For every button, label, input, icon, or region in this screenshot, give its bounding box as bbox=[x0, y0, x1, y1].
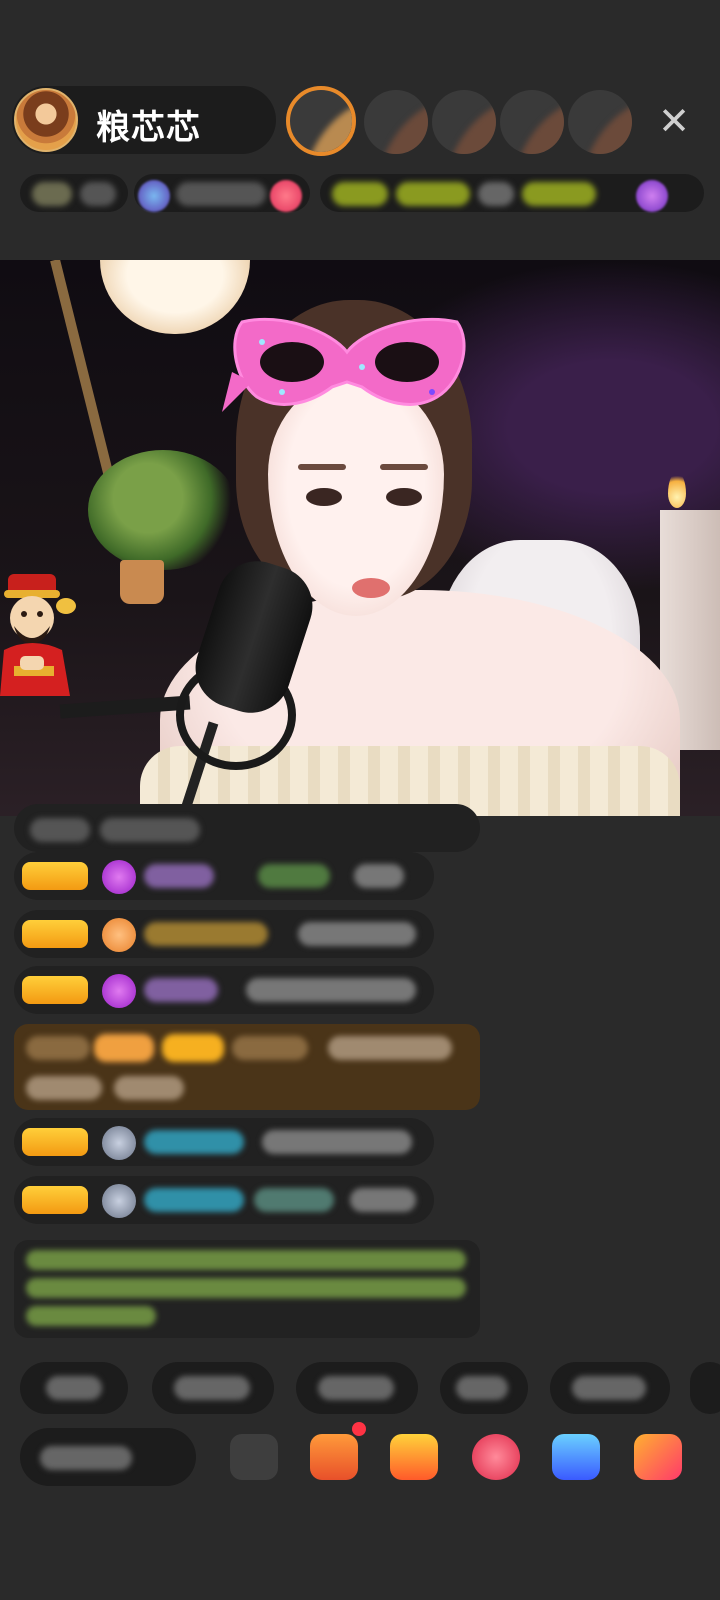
chat-message[interactable] bbox=[14, 910, 434, 958]
user-avatar-icon bbox=[102, 1184, 136, 1218]
diamond-icon bbox=[102, 860, 136, 894]
gift-box-icon[interactable] bbox=[310, 1434, 358, 1480]
more-icon[interactable] bbox=[230, 1434, 278, 1480]
candle-flame bbox=[668, 472, 686, 508]
host-tags-row bbox=[20, 172, 704, 216]
top-viewer-avatar[interactable] bbox=[286, 86, 356, 156]
quick-reply-button[interactable] bbox=[550, 1362, 670, 1414]
close-icon[interactable]: ✕ bbox=[652, 102, 696, 142]
gift-bag-icon[interactable] bbox=[390, 1434, 438, 1480]
viewer-avatar[interactable] bbox=[500, 90, 564, 154]
quick-reply-button[interactable] bbox=[296, 1362, 418, 1414]
quick-reply-button[interactable] bbox=[152, 1362, 274, 1414]
viewer-avatar[interactable] bbox=[568, 90, 632, 154]
diamond-icon bbox=[102, 974, 136, 1008]
eye bbox=[306, 488, 342, 506]
notification-dot bbox=[352, 1422, 366, 1436]
quick-reply-button[interactable] bbox=[690, 1362, 720, 1414]
quick-reply-button[interactable] bbox=[440, 1362, 528, 1414]
plant bbox=[88, 450, 238, 570]
user-avatar-icon bbox=[102, 1126, 136, 1160]
fortune-god-icon[interactable] bbox=[0, 570, 76, 702]
viewer-avatar[interactable] bbox=[432, 90, 496, 154]
fan-level-badge bbox=[22, 976, 88, 1004]
eyebrow bbox=[298, 464, 346, 470]
heart-icon[interactable] bbox=[472, 1434, 520, 1480]
chat-message[interactable] bbox=[14, 1176, 434, 1224]
fan-level-badge bbox=[22, 1128, 88, 1156]
chat-message[interactable] bbox=[14, 1118, 434, 1166]
vip-welcome-message[interactable] bbox=[14, 1024, 480, 1110]
activity-tag[interactable] bbox=[320, 174, 704, 212]
host-name: 粮芯芯 bbox=[96, 108, 201, 148]
fan-level-badge bbox=[22, 920, 88, 948]
host-info[interactable]: 粮芯芯 bbox=[12, 86, 276, 154]
fan-level-badge bbox=[22, 1186, 88, 1214]
game-icon[interactable] bbox=[552, 1434, 600, 1480]
comment-input[interactable] bbox=[20, 1428, 196, 1486]
host-avatar[interactable] bbox=[14, 88, 78, 152]
shop-icon[interactable] bbox=[634, 1434, 682, 1480]
fan-level-badge bbox=[22, 862, 88, 890]
chat-system-message bbox=[14, 804, 480, 852]
live-video[interactable] bbox=[0, 260, 720, 816]
mouth bbox=[352, 578, 390, 598]
rank-tag[interactable] bbox=[20, 174, 128, 212]
chat-message[interactable] bbox=[14, 852, 434, 900]
chat-message[interactable] bbox=[14, 966, 434, 1014]
live-header: 粮芯芯 ✕ bbox=[0, 0, 720, 260]
room-notice bbox=[14, 1240, 480, 1338]
viewer-avatar[interactable] bbox=[364, 90, 428, 154]
badge-icon bbox=[102, 918, 136, 952]
quick-reply-button[interactable] bbox=[20, 1362, 128, 1414]
eyebrow bbox=[380, 464, 428, 470]
plant-pot bbox=[120, 560, 164, 604]
fans-tag[interactable] bbox=[134, 174, 310, 212]
pink-mask-effect bbox=[222, 317, 466, 412]
eye bbox=[386, 488, 422, 506]
lamp-pole bbox=[50, 260, 118, 495]
